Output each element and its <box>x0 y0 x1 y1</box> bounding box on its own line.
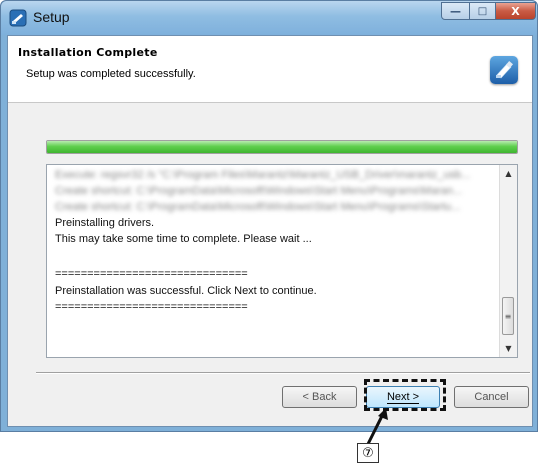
footer-divider <box>36 372 530 374</box>
log-line-blurred: Execute: regsvr32 /s "C:\Program Files\M… <box>55 169 471 181</box>
log-line: This may take some time to complete. Ple… <box>55 233 312 245</box>
minimize-button[interactable]: — <box>441 2 470 20</box>
maximize-icon: □ <box>477 5 488 17</box>
log-line-blurred: Create shortcut: C:\ProgramData\Microsof… <box>55 185 463 197</box>
log-line: Preinstalling drivers. <box>55 217 155 229</box>
minimize-icon: — <box>450 4 461 18</box>
log-line-blurred: Create shortcut: C:\ProgramData\Microsof… <box>55 201 461 213</box>
back-button[interactable]: < Back <box>282 386 357 408</box>
usb-drive-icon <box>490 56 518 84</box>
scroll-down-icon[interactable]: ▼ <box>500 340 517 357</box>
setup-app-icon <box>9 9 27 27</box>
close-button[interactable]: X <box>495 2 536 20</box>
scrollbar-thumb[interactable]: ≡ <box>502 297 514 335</box>
setup-window: Setup — □ X Installation Complete Setup … <box>0 0 538 432</box>
log-divider: ============================== <box>55 301 248 313</box>
progress-fill <box>47 141 517 153</box>
window-title: Setup <box>33 9 70 25</box>
title-bar[interactable]: Setup — □ X <box>1 1 537 35</box>
log-divider: ============================== <box>55 268 248 280</box>
maximize-button[interactable]: □ <box>469 2 496 20</box>
callout-arrow-icon <box>366 408 388 445</box>
header-title: Installation Complete <box>18 46 158 59</box>
installation-progress-bar <box>46 140 518 154</box>
close-icon: X <box>511 4 520 18</box>
log-line: Preinstallation was successful. Click Ne… <box>55 285 317 297</box>
install-log[interactable]: Execute: regsvr32 /s "C:\Program Files\M… <box>46 164 518 358</box>
header-panel: Installation Complete Setup was complete… <box>8 36 532 103</box>
dialog-body: Installation Complete Setup was complete… <box>7 35 533 427</box>
cancel-button[interactable]: Cancel <box>454 386 529 408</box>
step-callout: ⑦ <box>357 443 379 463</box>
log-scrollbar[interactable]: ▲ ≡ ▼ <box>499 165 517 357</box>
scroll-up-icon[interactable]: ▲ <box>500 165 517 182</box>
header-subtitle: Setup was completed successfully. <box>26 68 196 80</box>
